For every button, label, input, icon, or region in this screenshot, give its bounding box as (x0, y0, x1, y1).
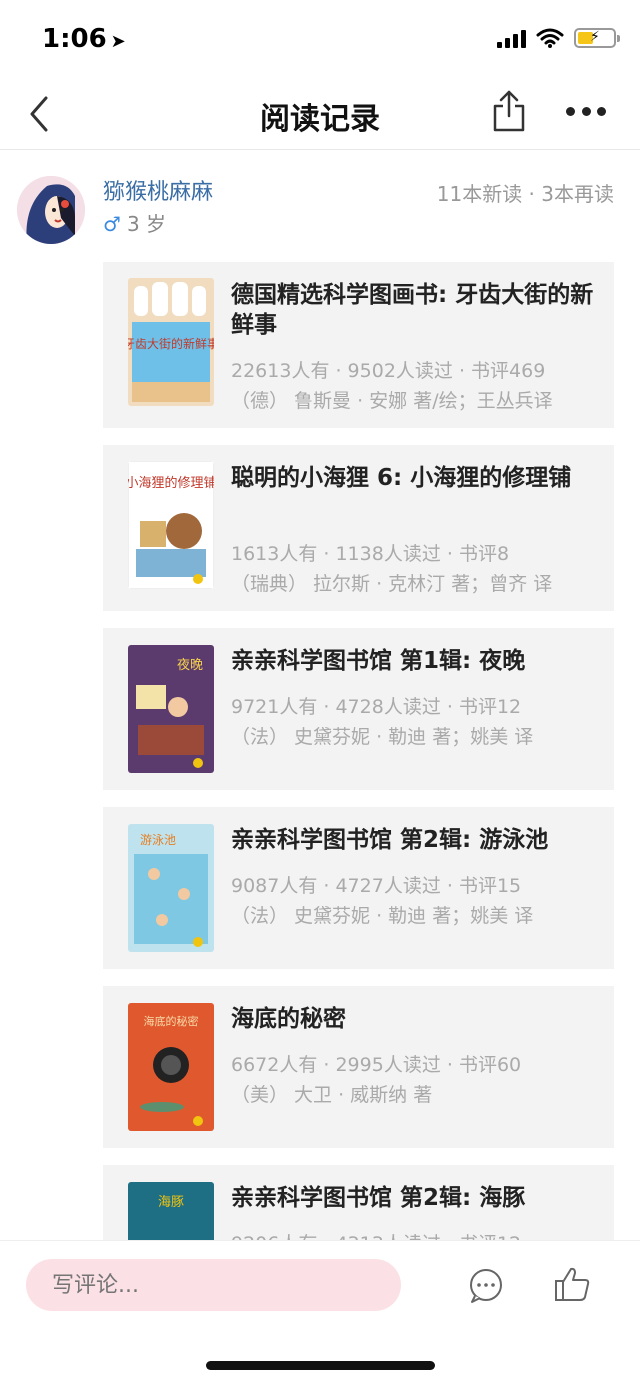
more-icon[interactable] (566, 104, 606, 118)
thumbs-up-icon[interactable] (553, 1265, 591, 1303)
book-stats: 9087人有 · 4727人读过 · 书评15 (231, 875, 522, 897)
book-stats: 9721人有 · 4728人读过 · 书评12 (231, 696, 522, 718)
location-icon: ➤ (110, 31, 126, 52)
nav-bar: 阅读记录 (0, 80, 640, 150)
book-title: 亲亲科学图书馆 第2辑: 游泳池 (231, 827, 549, 853)
book-card[interactable]: 海底的秘密 海底的秘密 6672人有 · 2995人读过 · 书评60 （美） … (103, 986, 614, 1148)
svg-text:海底的秘密: 海底的秘密 (144, 1014, 199, 1028)
avatar[interactable] (17, 176, 85, 244)
status-time: 1:06 ➤ (42, 24, 126, 54)
svg-text:游泳池: 游泳池 (140, 833, 176, 847)
book-author: （瑞典） 拉尔斯 · 克林汀 著；曾齐 译 (231, 573, 553, 595)
book-cover: 夜晚 (128, 645, 214, 773)
status-bar: 1:06 ➤ ⚡ (0, 0, 640, 80)
book-title: 海底的秘密 (231, 1006, 346, 1032)
book-card[interactable]: 牙齿大街的新鲜事 德国精选科学图画书: 牙齿大街的新鲜事 22613人有 · 9… (103, 262, 614, 428)
book-author: （法） 史黛芬妮 · 勒迪 著；姚美 译 (231, 726, 534, 748)
book-author: （美） 大卫 · 威斯纳 著 (231, 1084, 433, 1106)
clock: 1:06 (42, 24, 107, 54)
age-text: 3 岁 (126, 212, 167, 236)
battery-icon: ⚡ (574, 28, 620, 48)
svg-text:小海狸的修理铺: 小海狸的修理铺 (128, 475, 214, 491)
book-cover: 游泳池 (128, 824, 214, 952)
share-icon[interactable] (490, 88, 528, 134)
book-card[interactable]: 游泳池 亲亲科学图书馆 第2辑: 游泳池 9087人有 · 4727人读过 · … (103, 807, 614, 969)
svg-text:夜晚: 夜晚 (177, 658, 203, 673)
book-card[interactable]: 小海狸的修理铺 聪明的小海狸 6: 小海狸的修理铺 1613人有 · 1138人… (103, 445, 614, 611)
book-stats: 1613人有 · 1138人读过 · 书评8 (231, 543, 510, 565)
svg-text:牙齿大街的新鲜事: 牙齿大街的新鲜事 (128, 336, 214, 351)
book-cover: 牙齿大街的新鲜事 (128, 278, 214, 406)
home-indicator (206, 1361, 435, 1370)
book-author: （法） 史黛芬妮 · 勒迪 著；姚美 译 (231, 905, 534, 927)
page-title: 阅读记录 (260, 102, 380, 137)
signal-icon (497, 28, 526, 48)
svg-text:海豚: 海豚 (158, 1195, 184, 1210)
book-cover: 海底的秘密 (128, 1003, 214, 1131)
book-title: 聪明的小海狸 6: 小海狸的修理铺 (231, 465, 572, 491)
male-icon: ♂ (103, 212, 121, 236)
book-author: （德） 鲁斯曼 · 安娜 著/绘；王丛兵译 (231, 390, 553, 412)
comment-icon[interactable] (467, 1267, 505, 1305)
book-title: 亲亲科学图书馆 第2辑: 海豚 (231, 1185, 526, 1211)
user-header: 猕猴桃麻麻 ♂ 3 岁 11本新读 · 3本再读 (0, 170, 640, 250)
bottom-bar (0, 1240, 640, 1385)
book-stats: 6672人有 · 2995人读过 · 书评60 (231, 1054, 522, 1076)
book-card[interactable]: 夜晚 亲亲科学图书馆 第1辑: 夜晚 9721人有 · 4728人读过 · 书评… (103, 628, 614, 790)
book-title: 亲亲科学图书馆 第1辑: 夜晚 (231, 648, 526, 674)
user-age: ♂ 3 岁 (103, 208, 166, 237)
avatar-illustration (17, 176, 85, 244)
book-list: 牙齿大街的新鲜事 德国精选科学图画书: 牙齿大街的新鲜事 22613人有 · 9… (103, 262, 614, 1344)
book-cover: 小海狸的修理铺 (128, 461, 214, 589)
book-title: 德国精选科学图画书: 牙齿大街的新鲜事 (231, 282, 594, 338)
wifi-icon (536, 28, 564, 48)
comment-input[interactable] (26, 1259, 401, 1311)
status-icons: ⚡ (497, 28, 620, 48)
reading-stats: 11本新读 · 3本再读 (436, 182, 614, 206)
book-stats: 22613人有 · 9502人读过 · 书评469 (231, 360, 546, 382)
user-name[interactable]: 猕猴桃麻麻 (103, 174, 213, 206)
